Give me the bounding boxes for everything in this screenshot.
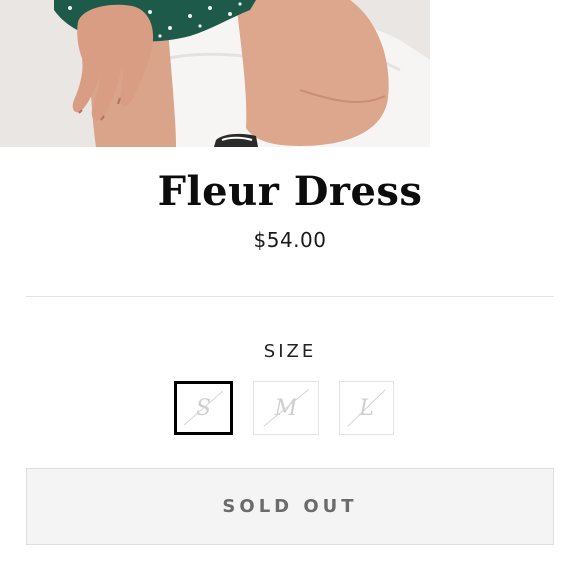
size-option-l[interactable]: L	[339, 381, 394, 435]
product-title: Fleur Dress	[157, 168, 423, 215]
size-option-m[interactable]: M	[253, 381, 319, 435]
size-label: SIZE	[263, 341, 317, 362]
unavailable-strike-icon	[263, 389, 309, 427]
unavailable-strike-icon	[183, 390, 224, 426]
product-price: $54.00	[253, 228, 327, 252]
sold-out-button[interactable]: SOLD OUT	[26, 468, 554, 545]
unavailable-strike-icon	[347, 389, 386, 427]
product-image	[0, 0, 430, 147]
size-options: S M L	[0, 381, 580, 437]
size-option-s[interactable]: S	[174, 381, 233, 435]
divider	[26, 296, 554, 297]
